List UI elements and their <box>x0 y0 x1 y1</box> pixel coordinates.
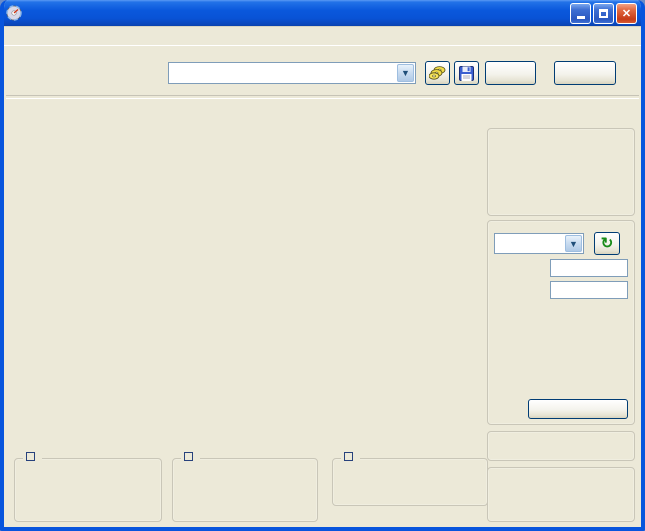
minimize-button[interactable] <box>570 2 591 24</box>
settings-panel: ▼ ↻ <box>487 220 635 425</box>
window-body: ▼ ▼ ↻ <box>4 26 641 527</box>
chevron-down-icon: ▼ <box>397 64 414 82</box>
pif-jitter-chart <box>8 297 490 453</box>
maximize-icon <box>599 8 608 18</box>
toolbar: ▼ <box>4 47 641 99</box>
app-window: ✕ ▼ ▼ ↻ <box>0 0 645 531</box>
pi-failures-panel <box>172 451 318 522</box>
pi-errors-panel <box>14 451 162 522</box>
progress-panel <box>487 467 635 522</box>
quality-index-panel <box>487 431 635 461</box>
pie-chart <box>8 134 490 294</box>
close-button[interactable]: ✕ <box>616 2 637 24</box>
jitter-legend-swatch <box>344 452 353 461</box>
pi-failures-legend-swatch <box>184 452 193 461</box>
start-button[interactable] <box>485 61 536 85</box>
disk-info-panel <box>487 128 635 216</box>
eject-discs-button[interactable] <box>425 61 450 85</box>
refresh-button[interactable]: ↻ <box>594 232 620 255</box>
speed-selector[interactable]: ▼ <box>494 233 584 254</box>
title-bar: ✕ <box>4 0 641 26</box>
start-position-input[interactable] <box>550 259 628 277</box>
pi-errors-legend-swatch <box>26 452 35 461</box>
pi-errors-title <box>23 451 42 463</box>
advanced-button[interactable] <box>528 399 628 419</box>
minimize-icon <box>576 16 585 19</box>
jitter-panel <box>332 451 488 506</box>
save-button[interactable] <box>454 61 479 85</box>
refresh-icon: ↻ <box>600 234 614 252</box>
pi-failures-title <box>181 451 200 463</box>
jitter-title <box>341 451 360 463</box>
chevron-down-icon: ▼ <box>565 235 582 252</box>
maximize-button[interactable] <box>593 2 614 24</box>
end-position-input[interactable] <box>550 281 628 299</box>
discs-icon <box>429 66 446 80</box>
menu-bar <box>4 26 641 46</box>
quit-button[interactable] <box>554 61 616 85</box>
drive-selector[interactable]: ▼ <box>168 62 416 84</box>
floppy-disk-icon <box>459 65 474 81</box>
app-icon <box>6 5 22 21</box>
